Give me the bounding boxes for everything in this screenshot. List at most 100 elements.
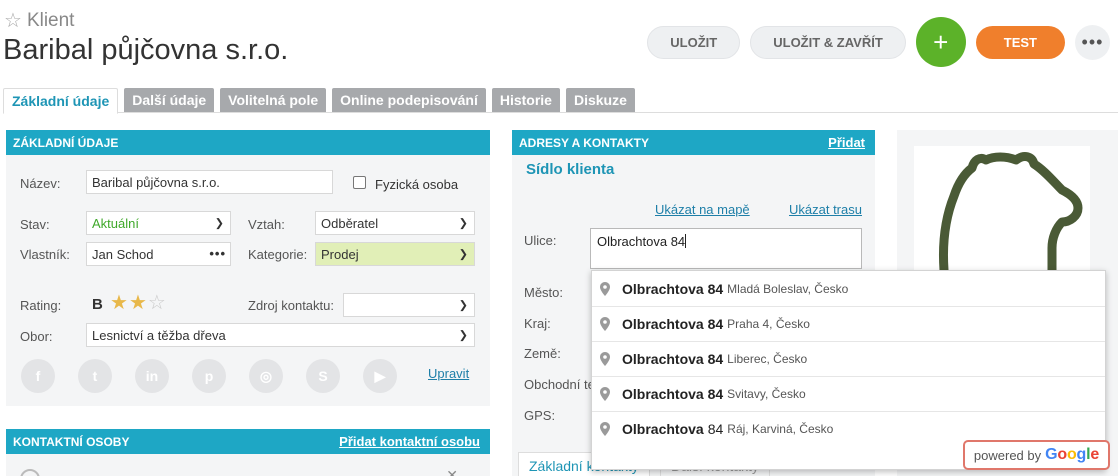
more-dots-icon[interactable]: ••• bbox=[209, 246, 226, 261]
more-options-button[interactable]: ••• bbox=[1075, 24, 1110, 60]
name-input[interactable]: Baribal půjčovna s.r.o. bbox=[86, 170, 333, 194]
suggestion-sub: Svitavy, Česko bbox=[727, 387, 806, 401]
category-value: Prodej bbox=[321, 246, 359, 262]
rating-stars[interactable]: ★★☆ bbox=[110, 290, 167, 315]
client-seat-heading: Sídlo klienta bbox=[526, 161, 615, 178]
logo-frame[interactable] bbox=[914, 146, 1090, 270]
pinterest-icon[interactable]: p bbox=[192, 359, 226, 393]
add-address-link[interactable]: Přidat bbox=[828, 135, 865, 150]
chevron-down-icon: ❯ bbox=[458, 329, 468, 342]
tab-online-signing[interactable]: Online podepisování bbox=[332, 88, 486, 112]
contact-source-label: Zdroj kontaktu: bbox=[248, 298, 334, 313]
country-label: Země: bbox=[524, 346, 561, 361]
google-logo-letter: e bbox=[1090, 446, 1100, 463]
powered-by-text: powered by bbox=[973, 447, 1042, 463]
name-label: Název: bbox=[20, 176, 61, 191]
suggestion-item[interactable]: Olbrachtova 84 Svitavy, Česko bbox=[592, 376, 1105, 411]
add-contact-person-link[interactable]: Přidat kontaktní osobu bbox=[339, 434, 480, 449]
save-close-button[interactable]: ULOŽIT & ZAVŘÍT bbox=[750, 25, 906, 59]
chevron-down-icon: ❯ bbox=[458, 248, 468, 261]
state-select[interactable]: Aktuální ❯ bbox=[86, 211, 231, 235]
map-pin-icon bbox=[600, 422, 610, 436]
region-label: Kraj: bbox=[524, 316, 551, 331]
street-value: Olbrachtova 84 bbox=[597, 234, 686, 249]
physical-person-label: Fyzická osoba bbox=[375, 177, 459, 192]
business-label: Obchodní te bbox=[524, 377, 595, 392]
suggestion-sub: Liberec, Česko bbox=[727, 352, 808, 366]
suggestion-main: Olbrachtova 84 bbox=[622, 386, 724, 402]
linkedin-icon[interactable]: in bbox=[135, 359, 169, 393]
rating-label: Rating: bbox=[20, 298, 62, 313]
google-logo-letter: o bbox=[1057, 446, 1067, 463]
skype-icon[interactable]: S bbox=[306, 359, 340, 393]
suggestion-main: Olbrachtova 84 bbox=[622, 316, 724, 332]
gps-label: GPS: bbox=[524, 408, 556, 423]
show-route-link[interactable]: Ukázat trasu bbox=[789, 202, 862, 217]
suggestion-main: Olbrachtova 84 bbox=[622, 280, 724, 297]
powered-by-google: powered by Google bbox=[963, 440, 1110, 470]
toolbar: ULOŽIT ULOŽIT & ZAVŘÍT + TEST ••• bbox=[647, 17, 1110, 67]
rating-star-icon[interactable]: ★ bbox=[129, 292, 148, 314]
text-cursor bbox=[685, 234, 687, 248]
close-icon[interactable]: ✕ bbox=[446, 467, 458, 476]
contact-source-select[interactable]: ❯ bbox=[343, 293, 475, 317]
contact-person-avatar-icon bbox=[20, 469, 40, 476]
tab-more-info[interactable]: Další údaje bbox=[124, 88, 215, 112]
facebook-icon[interactable]: f bbox=[21, 359, 55, 393]
google-logo-letter: G bbox=[1045, 446, 1058, 463]
rating-star-icon[interactable]: ★ bbox=[110, 292, 129, 314]
map-pin-icon bbox=[600, 352, 610, 366]
field-label: Obor: bbox=[20, 329, 53, 344]
suggestion-main: Olbrachtova 84 bbox=[622, 351, 724, 367]
field-value: Lesnictví a těžba dřeva bbox=[92, 327, 226, 343]
tab-optional-fields[interactable]: Volitelná pole bbox=[220, 88, 327, 112]
category-label: Kategorie: bbox=[248, 247, 308, 262]
suggestion-item[interactable]: Olbrachtova 84 Praha 4, Česko bbox=[592, 306, 1105, 341]
record-kind-label: Klient bbox=[26, 9, 75, 31]
city-label: Město: bbox=[524, 285, 564, 300]
rating-star-icon[interactable]: ☆ bbox=[148, 292, 167, 314]
chevron-down-icon: ❯ bbox=[214, 217, 224, 230]
suggestion-sub: Praha 4, Česko bbox=[727, 317, 810, 331]
state-value: Aktuální bbox=[92, 215, 139, 231]
physical-person-checkbox[interactable] bbox=[353, 176, 366, 189]
addresses-header: ADRESY A KONTAKTY Přidat bbox=[512, 130, 875, 155]
test-button[interactable]: TEST bbox=[975, 25, 1065, 59]
record-kind: ☆ Klient bbox=[4, 8, 74, 33]
owner-input[interactable]: Jan Schod ••• bbox=[86, 242, 231, 266]
suggestion-item[interactable]: Olbrachtova 84 Mladá Boleslav, Česko bbox=[592, 271, 1105, 306]
page-title: Baribal půjčovna s.r.o. bbox=[3, 34, 289, 66]
owner-label: Vlastník: bbox=[20, 247, 70, 262]
tab-history[interactable]: Historie bbox=[491, 88, 560, 112]
street-input[interactable]: Olbrachtova 84 bbox=[590, 228, 862, 269]
basic-info-header: ZÁKLADNÍ ÚDAJE bbox=[6, 130, 490, 155]
map-pin-icon bbox=[600, 387, 610, 401]
rating-value: B bbox=[92, 296, 103, 313]
map-pin-icon bbox=[600, 281, 610, 296]
edit-social-link[interactable]: Upravit bbox=[428, 366, 469, 381]
suggestion-sub: Mladá Boleslav, Česko bbox=[727, 281, 849, 296]
tab-basic-info[interactable]: Základní údaje bbox=[3, 88, 119, 114]
category-select[interactable]: Prodej ❯ bbox=[315, 242, 475, 266]
contact-persons-panel: KONTAKTNÍ OSOBY Přidat kontaktní osobu ✕ bbox=[6, 429, 490, 476]
relation-select[interactable]: Odběratel ❯ bbox=[315, 211, 475, 235]
favorite-star-icon[interactable]: ☆ bbox=[4, 8, 22, 33]
suggestion-sub: Ráj, Karviná, Česko bbox=[727, 422, 834, 436]
twitter-icon[interactable]: t bbox=[78, 359, 112, 393]
bear-logo-icon bbox=[939, 152, 1083, 270]
basic-info-heading: ZÁKLADNÍ ÚDAJE bbox=[13, 135, 119, 150]
field-select[interactable]: Lesnictví a těžba dřeva ❯ bbox=[86, 323, 475, 347]
tab-discussion[interactable]: Diskuze bbox=[565, 88, 635, 112]
suggestion-main-rest: 84 bbox=[707, 421, 724, 437]
suggestion-item[interactable]: Olbrachtova 84 Liberec, Česko bbox=[592, 341, 1105, 376]
instagram-icon[interactable]: ◎ bbox=[249, 359, 283, 393]
show-on-map-link[interactable]: Ukázat na mapě bbox=[655, 202, 750, 217]
main-tabs: Základní údaje Další údaje Volitelná pol… bbox=[3, 88, 1118, 114]
add-button[interactable]: + bbox=[915, 17, 966, 67]
youtube-icon[interactable]: ▶ bbox=[363, 359, 397, 393]
contact-persons-heading: KONTAKTNÍ OSOBY bbox=[13, 434, 130, 449]
save-button[interactable]: ULOŽIT bbox=[647, 25, 741, 59]
street-label: Ulice: bbox=[524, 233, 557, 248]
contact-persons-header: KONTAKTNÍ OSOBY Přidat kontaktní osobu bbox=[6, 429, 490, 454]
map-pin-icon bbox=[600, 317, 610, 331]
